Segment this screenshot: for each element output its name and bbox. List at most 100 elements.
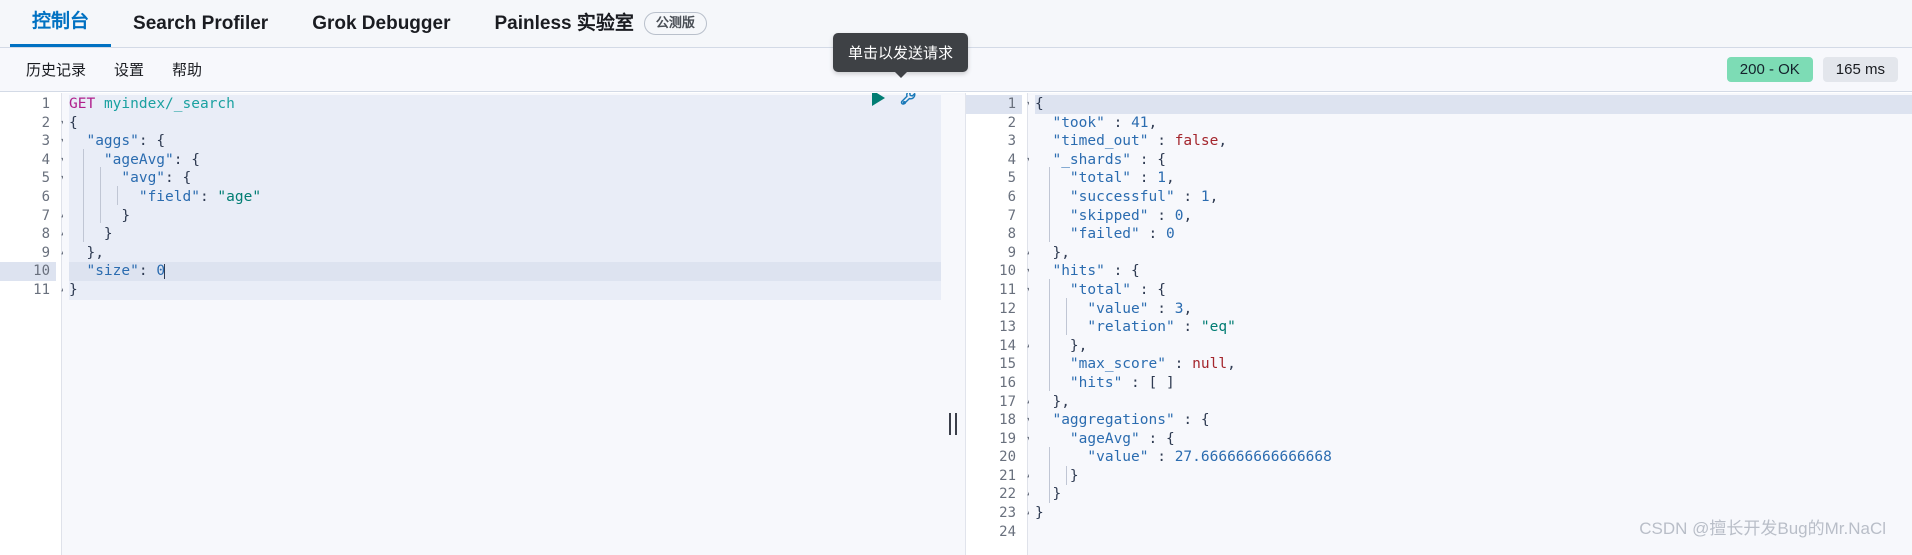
code-line[interactable]: }, (69, 243, 941, 263)
line-number[interactable]: 3▾ (0, 132, 66, 151)
code-line[interactable]: } (1035, 485, 1912, 504)
tab-search-profiler[interactable]: Search Profiler (111, 0, 290, 47)
subnav-item-help[interactable]: 帮助 (158, 59, 216, 80)
line-number[interactable]: 20 (966, 448, 1022, 467)
line-number[interactable]: 18▾ (966, 411, 1032, 430)
code-line[interactable]: "failed" : 0 (1035, 225, 1912, 244)
line-number[interactable]: 9▴ (966, 244, 1032, 263)
code-line[interactable]: "value" : 27.666666666666668 (1035, 448, 1912, 467)
code-line[interactable]: "took" : 41, (1035, 114, 1912, 133)
code-line[interactable]: "ageAvg" : { (1035, 430, 1912, 449)
line-number[interactable]: 7▴ (0, 207, 66, 226)
code-line[interactable]: { (1035, 95, 1912, 114)
code-token: "successful" (1069, 188, 1175, 205)
code-token: 3 (1174, 300, 1184, 317)
line-number[interactable]: 11▾ (966, 281, 1032, 300)
code-line[interactable]: "total" : { (1035, 281, 1912, 300)
line-number[interactable]: 15 (966, 355, 1022, 374)
line-number[interactable]: 14▴ (966, 337, 1032, 356)
code-token: null (1192, 356, 1228, 373)
line-number[interactable]: 23▴ (966, 504, 1032, 523)
code-line[interactable]: "skipped" : 0, (1035, 207, 1912, 226)
code-line[interactable]: } (69, 225, 941, 244)
code-token: }, (1035, 244, 1070, 261)
request-gutter[interactable]: 1 2▾3▾4▾5▾6 7▴8▴9▴1011▴ (0, 93, 66, 555)
splitter-grip-icon[interactable] (949, 413, 957, 435)
line-number[interactable]: 6 (966, 188, 1022, 207)
line-number[interactable]: 24 (966, 523, 1022, 542)
code-line[interactable]: "relation" : "eq" (1035, 318, 1912, 337)
code-line[interactable]: GET myindex/_search (69, 95, 941, 114)
code-line[interactable]: }, (1035, 244, 1912, 263)
code-line[interactable]: } (69, 206, 941, 226)
line-number[interactable]: 6 (0, 188, 56, 207)
code-line[interactable]: "ageAvg": { (69, 150, 941, 170)
line-number[interactable]: 13 (966, 318, 1022, 337)
line-number[interactable]: 16 (966, 374, 1022, 393)
line-number[interactable]: 5 (966, 169, 1022, 188)
line-number[interactable]: 19▾ (966, 430, 1032, 449)
code-line[interactable]: "hits" : { (1035, 262, 1912, 281)
line-number[interactable]: 1▾ (966, 95, 1032, 114)
tab-search-profiler-label: Search Profiler (133, 12, 269, 34)
request-code-area[interactable]: GET myindex/_search{ "aggs": { "ageAvg":… (63, 93, 941, 555)
line-number-label: 21 (999, 467, 1016, 484)
tab-console[interactable]: 控制台 (10, 0, 112, 47)
code-line[interactable]: "total" : 1, (1035, 169, 1912, 188)
code-line[interactable]: { (69, 113, 941, 133)
line-number[interactable]: 22▴ (966, 485, 1032, 504)
request-panel[interactable]: 1 2▾3▾4▾5▾6 7▴8▴9▴1011▴ GET myindex/_searc… (0, 93, 941, 555)
request-editor[interactable]: 1 2▾3▾4▾5▾6 7▴8▴9▴1011▴ GET myindex/_searc… (0, 93, 941, 555)
code-token: "_shards" (1052, 151, 1132, 168)
line-number[interactable]: 2 (966, 114, 1022, 133)
tab-grok-debugger[interactable]: Grok Debugger (290, 0, 472, 47)
code-line[interactable]: "successful" : 1, (1035, 188, 1912, 207)
code-line[interactable]: } (1035, 467, 1912, 486)
line-number[interactable]: 5▾ (0, 169, 66, 188)
line-number[interactable]: 8 (966, 225, 1022, 244)
code-line[interactable]: "hits" : [ ] (1035, 374, 1912, 393)
response-gutter[interactable]: 1▾234▾56789▴10▾11▾121314▴151617▴18▾19▾20… (966, 93, 1032, 555)
status-badge: 200 - OK (1726, 57, 1813, 82)
line-number[interactable]: 17▴ (966, 393, 1032, 412)
subnav-item-history[interactable]: 历史记录 (12, 59, 100, 80)
send-request-play-icon[interactable] (872, 93, 885, 106)
response-panel[interactable]: 1▾234▾56789▴10▾11▾121314▴151617▴18▾19▾20… (966, 93, 1912, 555)
code-line[interactable]: "size": 0 (69, 262, 941, 281)
line-number[interactable]: 21▴ (966, 467, 1032, 486)
code-line[interactable]: "avg": { (69, 169, 941, 188)
code-line[interactable]: }, (1035, 393, 1912, 412)
line-number[interactable]: 4▾ (0, 151, 66, 170)
line-number[interactable]: 7 (966, 207, 1022, 226)
code-line[interactable]: "aggs": { (69, 132, 941, 151)
line-number[interactable]: 10▾ (966, 262, 1032, 281)
wrench-icon[interactable] (899, 93, 919, 108)
line-number[interactable]: 2▾ (0, 114, 66, 133)
line-number[interactable]: 1 (0, 95, 56, 114)
response-editor[interactable]: 1▾234▾56789▴10▾11▾121314▴151617▴18▾19▾20… (966, 93, 1912, 555)
code-line[interactable]: } (69, 280, 941, 300)
line-number[interactable]: 9▴ (0, 244, 66, 263)
code-line[interactable]: }, (1035, 337, 1912, 356)
code-line[interactable]: "_shards" : { (1035, 151, 1912, 170)
line-number[interactable]: 10 (0, 262, 56, 281)
line-number[interactable]: 12 (966, 300, 1022, 319)
line-number[interactable]: 3 (966, 132, 1022, 151)
code-line[interactable]: "max_score" : null, (1035, 355, 1912, 374)
code-token: : (1148, 133, 1175, 150)
line-number[interactable]: 4▾ (966, 151, 1032, 170)
text-cursor (164, 264, 166, 280)
line-number[interactable]: 8▴ (0, 225, 66, 244)
code-line[interactable]: "timed_out" : false, (1035, 132, 1912, 151)
code-line[interactable]: "aggregations" : { (1035, 411, 1912, 430)
response-code-area[interactable]: { "took" : 41, "timed_out" : false, "_sh… (1029, 93, 1912, 555)
tab-painless-lab[interactable]: Painless 实验室 公测版 (473, 0, 729, 47)
code-line[interactable]: "value" : 3, (1035, 300, 1912, 319)
line-number[interactable]: 11▴ (0, 281, 66, 300)
panel-splitter[interactable] (941, 93, 966, 555)
subnav-item-settings[interactable]: 设置 (100, 59, 158, 80)
code-line[interactable]: "field": "age" (69, 187, 941, 207)
